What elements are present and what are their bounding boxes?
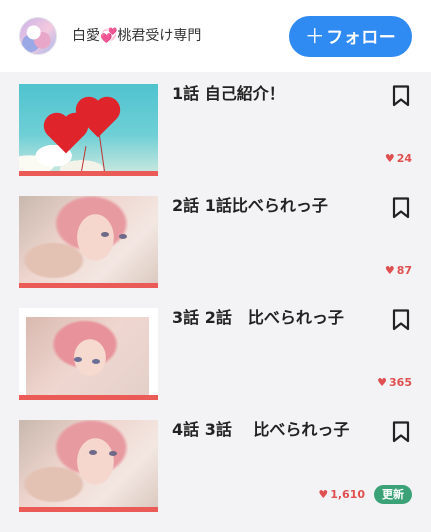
episode-item[interactable]: 4話 3話 比べられっ子 ♥ 1,610 更新 xyxy=(0,420,431,532)
update-badge: 更新 xyxy=(374,485,412,504)
portrait-eye xyxy=(92,359,100,364)
author-avatar[interactable] xyxy=(19,17,57,55)
thumbnail-bar xyxy=(19,283,158,288)
episode-thumbnail[interactable] xyxy=(19,308,158,400)
bookmark-icon[interactable] xyxy=(392,85,410,107)
bookmark-icon[interactable] xyxy=(392,309,410,331)
portrait-eye xyxy=(74,357,82,362)
portrait-eye xyxy=(101,232,109,237)
bookmark-icon[interactable] xyxy=(392,197,410,219)
episode-thumbnail[interactable] xyxy=(19,196,158,288)
heart-icon: ♥ xyxy=(384,152,395,165)
bookmark-icon[interactable] xyxy=(392,421,410,443)
like-count: ♥ 1,610 xyxy=(318,488,365,502)
episode-title[interactable]: 1話 自己紹介！ xyxy=(172,84,285,104)
follow-button[interactable]: ＋フォロー xyxy=(289,16,412,57)
episode-thumbnail[interactable] xyxy=(19,84,158,176)
thumbnail-bar xyxy=(19,171,158,176)
episode-item[interactable]: 1話 自己紹介！ ♥ 24 xyxy=(0,84,431,196)
balloon-string xyxy=(80,146,87,174)
like-count: ♥ 87 xyxy=(385,264,412,278)
episode-title[interactable]: 4話 3話 比べられっ子 xyxy=(172,420,349,440)
portrait-eye xyxy=(119,234,127,239)
episode-title[interactable]: 3話 2話 比べられっ子 xyxy=(172,308,344,328)
portrait-eye xyxy=(89,450,97,455)
episode-item[interactable]: 3話 2話 比べられっ子 ♥ 365 xyxy=(0,308,431,420)
episode-thumbnail[interactable] xyxy=(19,420,158,512)
follow-label: フォロー xyxy=(326,28,397,48)
thumbnail-artwork xyxy=(26,317,149,395)
thumbnail-bar xyxy=(19,507,158,512)
like-number: 24 xyxy=(396,152,412,165)
like-number: 87 xyxy=(396,264,412,277)
like-count: ♥ 365 xyxy=(377,376,412,390)
plus-icon: ＋ xyxy=(304,24,326,48)
episode-item[interactable]: 2話 1話比べられっ子 ♥ 87 xyxy=(0,196,431,308)
heart-icon: ♥ xyxy=(318,488,329,501)
like-number: 1,610 xyxy=(330,488,365,501)
portrait-eye xyxy=(109,451,117,456)
heart-balloon-icon xyxy=(47,116,85,154)
heart-icon: ♥ xyxy=(377,376,388,389)
author-name[interactable]: 白愛💞桃君受け専門 xyxy=(72,27,201,45)
thumbnail-bar xyxy=(19,395,158,400)
episode-title[interactable]: 2話 1話比べられっ子 xyxy=(172,196,328,216)
like-number: 365 xyxy=(389,376,412,389)
heart-icon: ♥ xyxy=(384,264,395,277)
header: 白愛💞桃君受け専門 ＋フォロー xyxy=(0,0,431,72)
like-count: ♥ 24 xyxy=(385,152,412,166)
